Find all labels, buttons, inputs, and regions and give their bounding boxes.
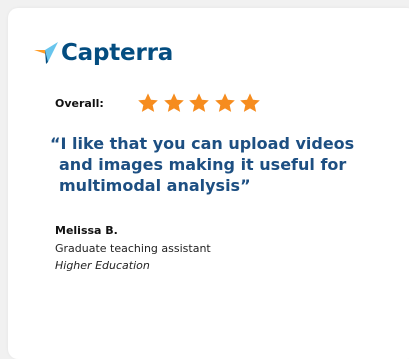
reviewer-role: Graduate teaching assistant (55, 242, 211, 255)
star-rating (137, 92, 265, 114)
star-icon (189, 93, 209, 112)
star-icon (138, 93, 158, 112)
capterra-arrow-icon (34, 42, 58, 64)
reviewer-name: Melissa B. (55, 224, 118, 237)
capterra-wordmark: Capterra (61, 40, 174, 66)
capterra-logo[interactable]: Capterra (34, 40, 173, 66)
star-icon (214, 93, 235, 112)
overall-label: Overall: (55, 96, 104, 110)
review-card: Capterra Overall: “I like that you can u… (8, 8, 409, 359)
reviewer-industry: Higher Education (55, 259, 150, 272)
star-icon (163, 93, 184, 112)
review-quote: “I like that you can upload videos and i… (50, 134, 355, 195)
overall-rating: Overall: (55, 92, 265, 114)
star-icon (240, 93, 260, 112)
